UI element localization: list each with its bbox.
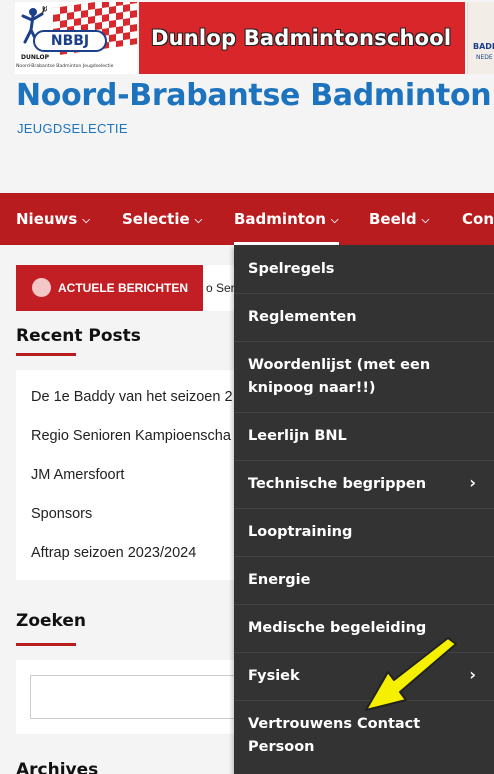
chevron-right-icon: › (469, 665, 476, 684)
title-underline (16, 643, 76, 646)
logo-sponsor: DUNLOP (21, 54, 49, 61)
nav-item-beeld[interactable]: Beeld ⌵ (369, 193, 429, 245)
nav-item-badminton[interactable]: Badminton ⌵ (234, 193, 339, 245)
recent-posts-title: Recent Posts (16, 326, 141, 346)
menu-item-label: Fysiek (248, 668, 300, 684)
post-link[interactable]: JM Amersfoort (31, 467, 124, 483)
menu-item-label: Reglementen (248, 309, 357, 325)
menu-item-leerlijn-bnl[interactable]: Leerlijn BNL (234, 413, 494, 461)
menu-item-label: Woordenlijst (met een knipoog naar!!) (248, 357, 431, 396)
archives-title: Archives (16, 760, 99, 774)
logo-caption: Noord-Brabantse Badminton Jeugdselectie (16, 64, 114, 69)
ticker-dot-icon (32, 278, 51, 297)
nav-item-label: Selectie (122, 210, 190, 228)
chevron-down-icon: ⌵ (82, 215, 90, 226)
ticker-text[interactable]: o Ser (206, 265, 235, 311)
ticker-label-text: ACTUELE BERICHTEN (58, 281, 189, 295)
menu-item-label: Looptraining (248, 524, 353, 540)
menu-item-label: Vertrouwens Contact Persoon (248, 716, 421, 755)
nav-item-selectie[interactable]: Selectie ⌵ (122, 193, 202, 245)
chevron-right-icon: › (469, 473, 476, 492)
nav-item-label: Cont (462, 210, 494, 228)
nav-item-label: Beeld (369, 210, 417, 228)
menu-item-technische-begrippen[interactable]: Technische begrippen › (234, 461, 494, 509)
yellow-arrow-annotation (365, 637, 457, 711)
chevron-down-icon: ⌵ (194, 215, 203, 226)
ticker-label: ACTUELE BERICHTEN (16, 265, 203, 311)
nbbj-logo[interactable]: NBBJ DUNLOP Noord-Brabantse Badminton Je… (15, 2, 137, 74)
chevron-down-icon: ⌵ (421, 215, 430, 226)
nav-item-nieuws[interactable]: Nieuws ⌵ (16, 193, 90, 245)
search-title: Zoeken (16, 611, 87, 631)
nav-item-label: Badminton (234, 210, 326, 228)
nav-item-label: Nieuws (16, 210, 78, 228)
menu-item-label: Energie (248, 572, 311, 588)
post-link[interactable]: Sponsors (31, 506, 92, 522)
post-link[interactable]: De 1e Baddy van het seizoen 2 (31, 389, 233, 405)
partner-text-1: BADMIN (473, 42, 494, 51)
title-underline (16, 353, 76, 356)
school-banner[interactable]: Dunlop Badmintonschool (139, 2, 465, 74)
banner-title: Dunlop Badmintonschool (151, 26, 452, 50)
main-nav: Nieuws ⌵ Selectie ⌵ Badminton ⌵ Beeld ⌵ Cont (0, 193, 494, 245)
menu-item-label: Spelregels (248, 261, 335, 277)
menu-item-looptraining[interactable]: Looptraining (234, 509, 494, 557)
header-banner: NBBJ DUNLOP Noord-Brabantse Badminton Je… (0, 0, 494, 76)
nav-item-contact[interactable]: Cont (462, 193, 494, 245)
recent-posts-list: De 1e Baddy van het seizoen 2 Regio Seni… (16, 370, 246, 580)
menu-item-reglementen[interactable]: Reglementen (234, 294, 494, 342)
menu-item-spelregels[interactable]: Spelregels (234, 245, 494, 294)
post-link[interactable]: Aftrap seizoen 2023/2024 (31, 545, 196, 561)
site-title[interactable]: Noord-Brabantse Badminton (16, 78, 492, 113)
partner-logo[interactable]: BADMIN NEDE (467, 2, 494, 74)
post-link[interactable]: Regio Senioren Kampioenscha (31, 428, 231, 444)
site-tagline: JEUGDSELECTIE (17, 121, 128, 136)
menu-item-label: Leerlijn BNL (248, 428, 347, 444)
logo-text: NBBJ (33, 30, 107, 52)
chevron-down-icon: ⌵ (330, 215, 339, 226)
menu-item-woordenlijst[interactable]: Woordenlijst (met een knipoog naar!!) (234, 342, 494, 413)
partner-text-2: NEDE (476, 54, 493, 61)
search-input[interactable] (30, 675, 246, 719)
menu-item-energie[interactable]: Energie (234, 557, 494, 605)
search-widget (16, 660, 246, 734)
menu-item-label: Technische begrippen (248, 476, 427, 492)
